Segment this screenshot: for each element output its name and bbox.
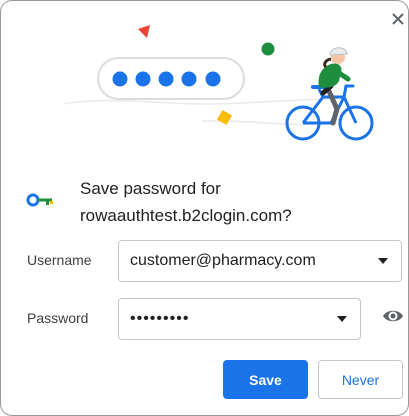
- save-button[interactable]: Save: [223, 360, 308, 399]
- cyclist-illustration: [62, 25, 374, 141]
- password-select[interactable]: •••••••••: [118, 298, 361, 340]
- password-label: Password: [27, 310, 89, 326]
- username-select[interactable]: customer@pharmacy.com: [118, 240, 402, 282]
- dialog-title: Save password for rowaauthtest.b2clogin.…: [80, 179, 292, 225]
- username-value: customer@pharmacy.com: [130, 252, 316, 269]
- password-value: •••••••••: [130, 310, 190, 327]
- username-label: Username: [27, 252, 92, 268]
- eye-icon[interactable]: [382, 308, 404, 324]
- close-button[interactable]: [389, 10, 407, 28]
- never-button[interactable]: Never: [318, 360, 403, 399]
- save-password-dialog: Save password for rowaauthtest.b2clogin.…: [0, 0, 409, 416]
- key-icon: [26, 193, 53, 207]
- chevron-down-icon[interactable]: [378, 258, 388, 264]
- chevron-down-icon[interactable]: [337, 316, 347, 322]
- close-icon: [392, 13, 404, 25]
